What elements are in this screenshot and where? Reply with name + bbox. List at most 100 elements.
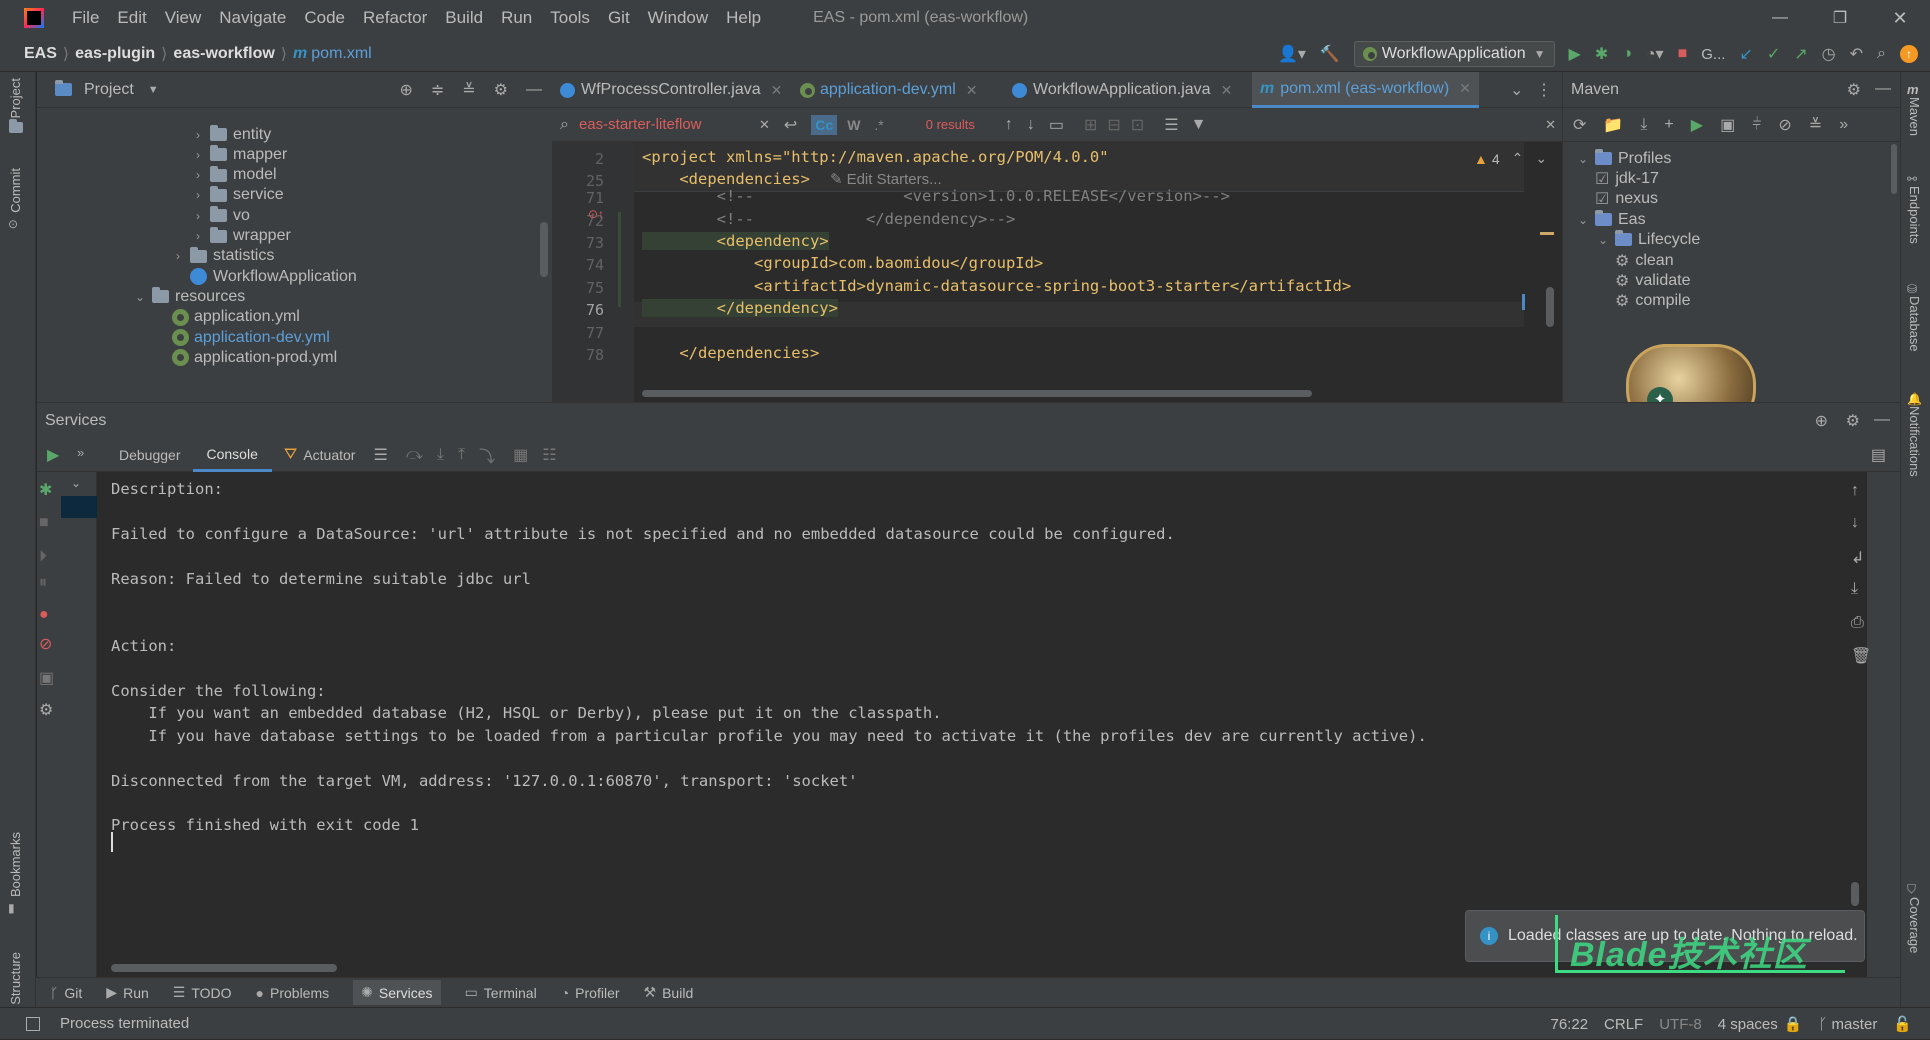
match-case-toggle[interactable]: Cc [811,114,838,135]
run-maven-icon[interactable]: ▶ [1691,115,1703,135]
words-toggle[interactable]: W [847,117,860,133]
tab-pom-xml[interactable]: m pom.xml (eas-workflow) ✕ [1252,72,1479,108]
inspection-widget[interactable]: ▲ 4 ⌃ ⌄ [1474,150,1547,167]
plus-icon[interactable]: + [1664,116,1673,134]
readonly-lock-icon[interactable]: 🔓 [1893,1015,1912,1033]
hide-icon[interactable]: — [1875,80,1891,98]
history-icon[interactable]: ◷ [1822,44,1836,64]
tree-item[interactable]: application-prod.yml [152,345,337,370]
regex-toggle[interactable]: .* [874,117,883,133]
menu-item-code[interactable]: Code [304,8,345,28]
debug-bug-icon[interactable]: ✱ [39,480,52,500]
breadcrumb-submodule[interactable]: eas-workflow [173,45,274,63]
tab-wfprocesscontroller[interactable]: WfProcessController.java ✕ [552,72,790,108]
scroll-to-end-icon[interactable]: ⤓ [1851,580,1858,598]
filter-options-icon[interactable]: ☰ [1164,115,1178,135]
run-config-select[interactable]: WorkflowApplication ▼ [1353,41,1555,67]
tab-workflowapplication[interactable]: WorkflowApplication.java ✕ [1004,72,1240,108]
git-branch-widget[interactable]: ᚴ master [1818,1016,1877,1033]
file-encoding[interactable]: UTF-8 [1659,1016,1702,1033]
resume-icon[interactable]: ⏵ [39,548,47,566]
endpoints-tool-button[interactable]: ⚯ Endpoints [1907,172,1922,244]
caret-position[interactable]: 76:22 [1551,1016,1589,1033]
close-tab-icon[interactable]: ✕ [1459,80,1471,97]
gear-icon[interactable]: ⚙ [1847,80,1861,100]
notifications-tool-button[interactable]: 🔔 Notifications [1907,392,1922,477]
indent-setting[interactable]: 4 spaces [1718,1016,1778,1033]
pause-icon[interactable]: ⏸ [39,574,47,592]
checkbox-checked-icon[interactable]: ☑ [1595,189,1609,209]
select-all-occurrences-icon[interactable]: ▭ [1049,115,1064,135]
override-gutter-icon[interactable]: ⊙↑ [588,207,604,221]
git-label[interactable]: G... [1701,46,1725,63]
toggle-offline-icon[interactable]: ⫩ [1752,116,1761,134]
code-line[interactable]: <project xmlns="http://maven.apache.org/… [642,148,1109,166]
expand-panel-icon[interactable]: » [77,445,84,460]
clear-console-icon[interactable]: 🗑 [1851,646,1871,666]
menu-item-git[interactable]: Git [608,8,630,28]
hide-icon[interactable]: — [1874,411,1890,429]
run-service-icon[interactable]: ▶ [47,445,59,465]
chevron-right-icon[interactable]: › [190,128,206,142]
chevron-down-icon[interactable]: ⌄ [1575,213,1591,227]
menu-item-build[interactable]: Build [445,8,483,28]
chevron-right-icon[interactable]: › [190,209,206,223]
chevron-down-icon[interactable]: ▼ [148,84,159,96]
trace-icon[interactable]: ☷ [542,445,556,465]
step-into-icon[interactable]: ⤓ [437,446,444,464]
menu-item-help[interactable]: Help [726,8,761,28]
search-icon[interactable]: ⌕ [1877,45,1886,63]
reload-icon[interactable]: ⟳ [1573,115,1586,135]
locate-icon[interactable]: ⊕ [1815,411,1828,431]
code-line[interactable]: <!-- <version>1.0.0.RELEASE</version>--> [642,187,1230,205]
mute-breakpoints-icon[interactable]: ⊘ [39,634,52,654]
console-h-scrollbar[interactable] [111,964,337,972]
close-icon[interactable]: ✕ [1870,8,1930,29]
soft-wrap-icon[interactable]: ↲ [1851,548,1864,568]
menu-item-file[interactable]: File [72,8,99,28]
more-icon[interactable]: ⋮ [1536,80,1552,100]
code-line[interactable]: <!-- </dependency>--> [642,210,1016,228]
menu-item-edit[interactable]: Edit [117,8,146,28]
tool-tab-todo[interactable]: ☰ TODO [173,984,232,1001]
down-arrow-icon[interactable]: ↓ [1851,514,1859,532]
step-over-icon[interactable]: ⤼ [406,446,423,464]
update-icon[interactable]: ↑ [1900,45,1918,63]
close-tab-icon[interactable]: ✕ [966,82,978,99]
code-line[interactable]: </dependency> [642,299,838,317]
code-line[interactable]: <groupId>com.baomidou</groupId> [642,254,1043,272]
remove-occurrence-icon[interactable]: ⊟ [1107,115,1120,135]
debug-settings-icon[interactable]: ⚙ [39,700,53,720]
execute-goal-icon[interactable]: ▣ [1720,115,1735,135]
console-output[interactable]: Description: Failed to configure a DataSo… [97,472,1867,977]
git-commit-icon[interactable]: ✓ [1767,44,1780,64]
bookmarks-tool-button[interactable]: Bookmarks ▮ [8,832,28,915]
download-icon[interactable]: ⤓ [1640,116,1647,134]
menu-item-run[interactable]: Run [501,8,532,28]
tool-tab-profiler[interactable]: ◔ Profiler [561,985,620,1001]
notification-balloon[interactable]: i Loaded classes are up to date. Nothing… [1465,910,1865,962]
coverage-tool-button[interactable]: ⛉ Coverage [1907,882,1922,953]
locate-icon[interactable]: ⊕ [399,80,412,100]
tab-application-dev[interactable]: application-dev.yml ✕ [792,72,986,108]
maven-tool-button[interactable]: m Maven [1907,82,1922,136]
run-to-cursor-icon[interactable]: ⤵ [479,443,495,467]
breadcrumb-file[interactable]: pom.xml [311,45,371,63]
breadcrumb-module[interactable]: eas-plugin [75,45,155,63]
skip-tests-icon[interactable]: ⊘ [1778,115,1791,135]
tool-tab-build[interactable]: ⚒ Build [644,984,694,1001]
code-line[interactable]: <artifactId>dynamic-datasource-spring-bo… [642,277,1351,295]
toggle-tool-windows-icon[interactable] [26,1016,40,1031]
add-occurrence-icon[interactable]: ⊞ [1084,115,1097,135]
chevron-down-icon[interactable]: ⌄ [71,476,81,490]
chevron-right-icon[interactable]: › [190,168,206,182]
stop-icon[interactable]: ■ [1678,45,1688,63]
close-find-icon[interactable]: ✕ [1545,117,1556,133]
print-icon[interactable]: ⎙ [1851,614,1864,632]
next-warning-icon[interactable]: ⌄ [1535,150,1547,167]
lock-icon[interactable]: 🔒 [1784,1015,1803,1033]
minimize-icon[interactable]: — [1750,9,1810,27]
camera-icon[interactable]: ▣ [39,668,54,688]
menu-item-refactor[interactable]: Refactor [363,8,427,28]
profile-icon[interactable]: ◔▾ [1646,44,1664,64]
